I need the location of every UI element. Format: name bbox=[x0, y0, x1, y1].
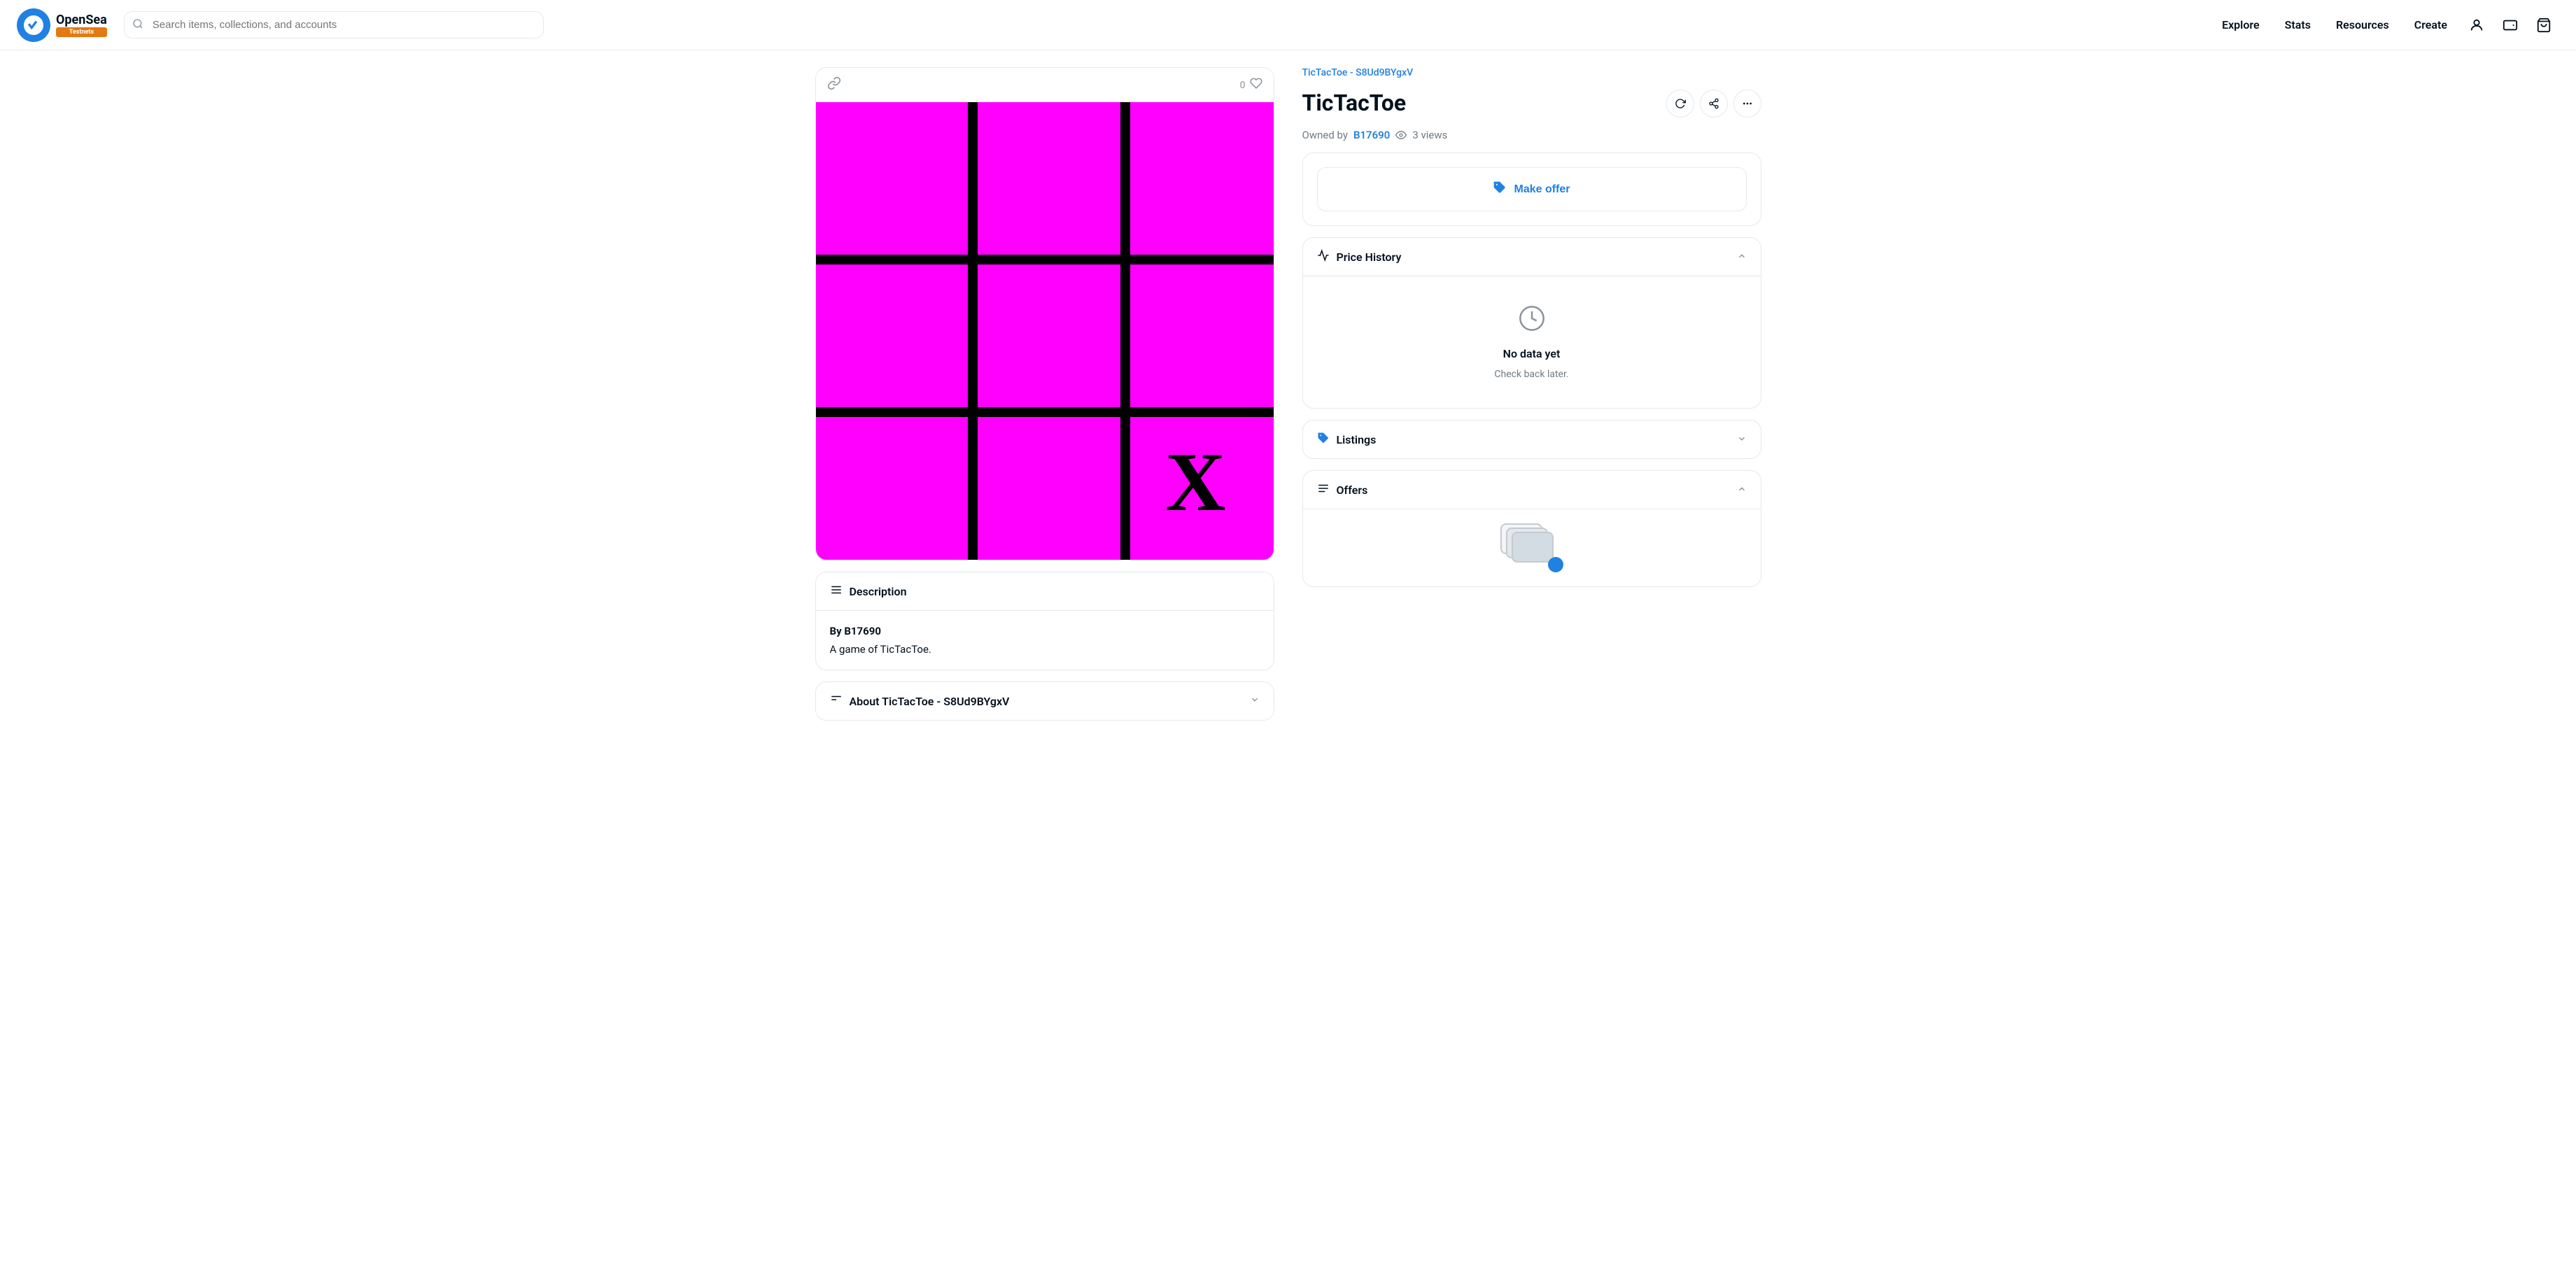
description-body: By B17690 A game of TicTacToe. bbox=[816, 610, 1274, 670]
price-history-chevron-icon bbox=[1737, 250, 1747, 264]
offer-dot bbox=[1548, 557, 1563, 572]
listings-title: Listings bbox=[1337, 433, 1377, 446]
nav-explore[interactable]: Explore bbox=[2211, 13, 2271, 37]
owned-by-label: Owned by bbox=[1302, 129, 1348, 141]
offer-tag-icon bbox=[1493, 181, 1507, 198]
opensea-logo[interactable]: OpenSea Testnets bbox=[17, 8, 107, 42]
nav-create[interactable]: Create bbox=[2403, 13, 2458, 37]
like-button[interactable] bbox=[1250, 77, 1262, 93]
price-history-header-left: Price History bbox=[1317, 249, 1402, 264]
grid-line-horizontal-1 bbox=[816, 255, 1274, 264]
search-icon bbox=[132, 18, 143, 32]
logo-icon bbox=[17, 8, 50, 42]
description-header[interactable]: Description bbox=[816, 572, 1274, 610]
make-offer-container: Make offer bbox=[1302, 153, 1761, 226]
about-title: About TicTacToe - S8Ud9BYgxV bbox=[850, 695, 1010, 708]
offer-card-bg-3 bbox=[1512, 532, 1554, 563]
like-count: 0 bbox=[1240, 80, 1246, 91]
nav-resources[interactable]: Resources bbox=[2325, 13, 2400, 37]
price-history-icon bbox=[1317, 249, 1330, 264]
like-section: 0 bbox=[1240, 77, 1262, 93]
no-data-subtitle: Check back later. bbox=[1494, 369, 1568, 380]
logo-text: OpenSea Testnets bbox=[56, 13, 107, 37]
image-card-top: 0 bbox=[816, 68, 1274, 102]
breadcrumb[interactable]: TicTacToe - S8Ud9BYgxV bbox=[1302, 67, 1761, 78]
x-mark: X bbox=[1127, 414, 1264, 551]
clock-icon bbox=[1518, 304, 1546, 339]
description-header-left: Description bbox=[830, 584, 907, 599]
nft-title: TicTacToe bbox=[1302, 90, 1407, 116]
about-header-left: About TicTacToe - S8Ud9BYgxV bbox=[830, 693, 1010, 709]
listings-card: Listings bbox=[1302, 420, 1761, 459]
account-button[interactable] bbox=[2461, 10, 2492, 41]
make-offer-label: Make offer bbox=[1514, 183, 1570, 196]
offers-body bbox=[1303, 509, 1761, 586]
views-count: 3 views bbox=[1412, 129, 1447, 141]
about-card: About TicTacToe - S8Ud9BYgxV bbox=[815, 681, 1274, 721]
action-buttons bbox=[1666, 90, 1761, 118]
description-text: A game of TicTacToe. bbox=[830, 643, 1260, 656]
price-history-title: Price History bbox=[1337, 250, 1402, 264]
listings-header[interactable]: Listings bbox=[1303, 421, 1761, 458]
chain-icon bbox=[827, 76, 841, 94]
about-chevron-icon bbox=[1250, 695, 1260, 707]
offers-title: Offers bbox=[1337, 483, 1368, 497]
grid-line-vertical-1 bbox=[968, 102, 978, 560]
nft-image-card: 0 X bbox=[815, 67, 1274, 560]
price-history-header[interactable]: Price History bbox=[1303, 238, 1761, 276]
nav-links: Explore Stats Resources Create bbox=[2211, 10, 2559, 41]
description-title: Description bbox=[850, 585, 907, 598]
offers-illustration bbox=[1500, 523, 1563, 572]
refresh-button[interactable] bbox=[1666, 90, 1694, 118]
left-column: 0 X bbox=[815, 67, 1274, 721]
nft-title-row: TicTacToe bbox=[1302, 90, 1761, 118]
search-input[interactable] bbox=[124, 11, 544, 38]
offers-chevron-icon bbox=[1737, 483, 1747, 497]
navbar: OpenSea Testnets Explore Stats Resources… bbox=[0, 0, 2576, 50]
price-history-body: No data yet Check back later. bbox=[1303, 276, 1761, 408]
listings-icon bbox=[1317, 432, 1330, 447]
nft-artwork: X bbox=[816, 102, 1274, 560]
offers-header[interactable]: Offers bbox=[1303, 471, 1761, 509]
right-column: TicTacToe - S8Ud9BYgxV TicTacToe bbox=[1302, 67, 1761, 721]
listings-header-left: Listings bbox=[1317, 432, 1377, 447]
about-header[interactable]: About TicTacToe - S8Ud9BYgxV bbox=[816, 682, 1274, 720]
offers-icon bbox=[1317, 482, 1330, 497]
nav-stats[interactable]: Stats bbox=[2274, 13, 2322, 37]
main-container: 0 X bbox=[798, 50, 1778, 737]
offers-card: Offers bbox=[1302, 470, 1761, 587]
wallet-button[interactable] bbox=[2495, 10, 2526, 41]
make-offer-button[interactable]: Make offer bbox=[1317, 167, 1747, 211]
search-bar bbox=[124, 11, 544, 38]
more-button[interactable] bbox=[1733, 90, 1761, 118]
offers-header-left: Offers bbox=[1317, 482, 1368, 497]
description-author: B17690 bbox=[844, 625, 881, 637]
description-by: By B17690 bbox=[830, 625, 1260, 637]
about-icon bbox=[830, 693, 843, 709]
owned-row: Owned by B17690 3 views bbox=[1302, 129, 1761, 141]
description-card: Description By B17690 A game of TicTacTo… bbox=[815, 572, 1274, 670]
cart-button[interactable] bbox=[2528, 10, 2559, 41]
price-history-card: Price History No data yet Check back lat… bbox=[1302, 237, 1761, 409]
share-button[interactable] bbox=[1700, 90, 1728, 118]
no-data-title: No data yet bbox=[1503, 347, 1561, 360]
eye-icon bbox=[1395, 129, 1407, 141]
owner-link[interactable]: B17690 bbox=[1353, 129, 1390, 141]
description-icon bbox=[830, 584, 843, 599]
listings-chevron-icon bbox=[1737, 433, 1747, 446]
testnets-badge: Testnets bbox=[56, 27, 107, 37]
logo-name: OpenSea bbox=[56, 13, 107, 27]
